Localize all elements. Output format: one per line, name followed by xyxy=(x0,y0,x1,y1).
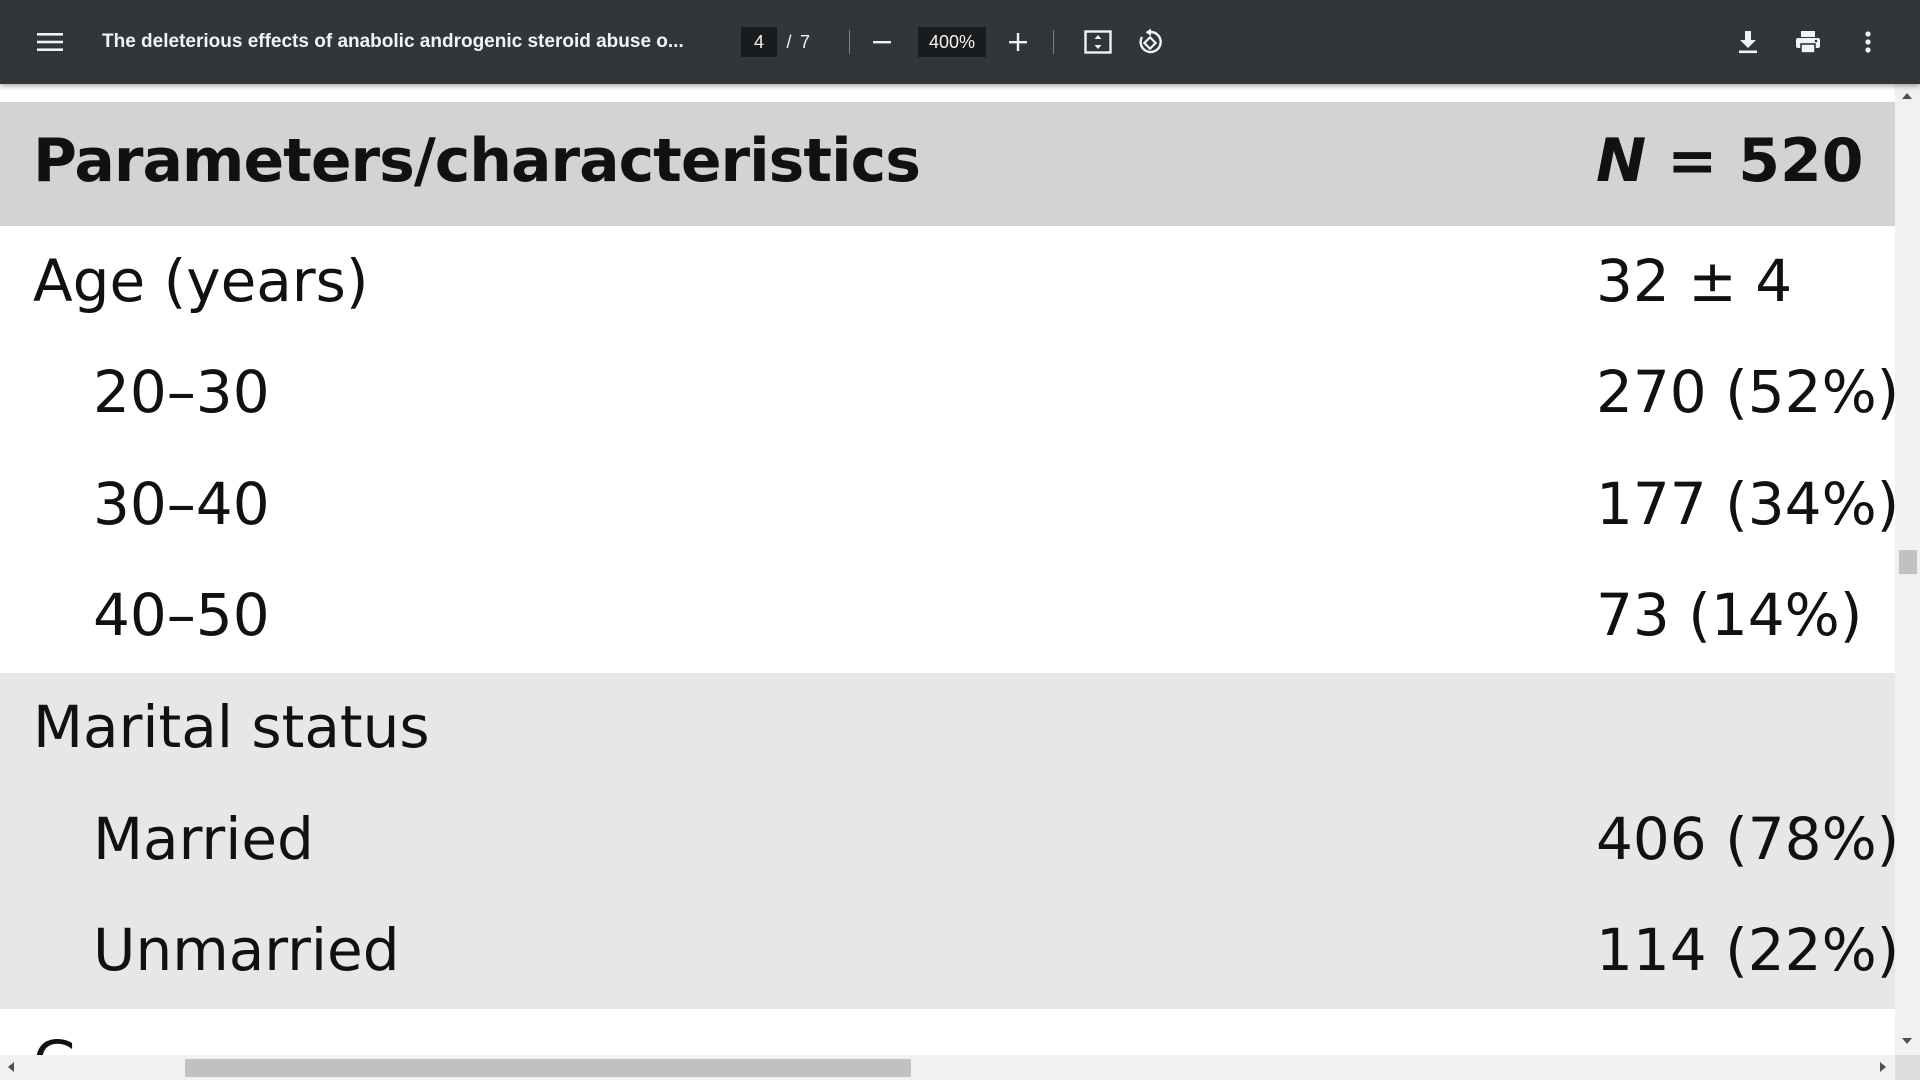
pdf-toolbar: The deleterious effects of anabolic andr… xyxy=(0,0,1920,84)
toolbar-divider xyxy=(1053,30,1054,54)
fit-to-page-button[interactable] xyxy=(1076,20,1120,64)
zoom-level-input[interactable]: 400% xyxy=(918,27,986,57)
page-total: 7 xyxy=(800,32,811,52)
document-title: The deleterious effects of anabolic andr… xyxy=(102,31,684,52)
print-icon xyxy=(1795,30,1821,54)
row-value: 32 ± 4 xyxy=(1596,247,1793,315)
row-label: 20–30 xyxy=(93,358,270,426)
table-header-label: Parameters/characteristics xyxy=(33,126,921,196)
horizontal-scrollbar-thumb[interactable] xyxy=(185,1059,911,1077)
scroll-up-arrow-icon[interactable] xyxy=(1902,93,1912,99)
scroll-right-arrow-icon[interactable] xyxy=(1880,1062,1886,1072)
row-label: G xyxy=(33,1028,78,1055)
n-value: = 520 xyxy=(1646,126,1864,196)
print-button[interactable] xyxy=(1786,20,1830,64)
row-label: Age (years) xyxy=(33,247,369,315)
minus-icon xyxy=(872,32,892,52)
menu-button[interactable] xyxy=(26,18,74,66)
row-label: Marital status xyxy=(33,693,430,761)
more-vert-icon xyxy=(1864,30,1872,54)
more-actions-button[interactable] xyxy=(1846,20,1890,64)
row-value: 177 (34%) xyxy=(1596,470,1895,538)
zoom-out-button[interactable] xyxy=(860,20,904,64)
row-label: 40–50 xyxy=(93,581,270,649)
scroll-left-arrow-icon[interactable] xyxy=(8,1062,14,1072)
vertical-scrollbar-thumb[interactable] xyxy=(1899,550,1917,574)
row-value: 114 (22%) xyxy=(1596,916,1895,984)
rotate-icon xyxy=(1137,28,1165,56)
pdf-page-viewport[interactable]: Parameters/characteristics N = 520 Age (… xyxy=(0,84,1895,1055)
zoom-in-button[interactable] xyxy=(996,20,1040,64)
horizontal-scrollbar[interactable] xyxy=(0,1055,1895,1080)
row-label: Unmarried xyxy=(93,916,400,984)
page-separator: / xyxy=(786,32,792,52)
table-header-value: N = 520 xyxy=(1596,126,1864,196)
toolbar-divider xyxy=(849,30,850,54)
table-header-row: Parameters/characteristics N = 520 xyxy=(0,102,1895,226)
plus-icon xyxy=(1008,32,1028,52)
n-symbol: N xyxy=(1596,126,1647,196)
rotate-button[interactable] xyxy=(1129,20,1173,64)
download-icon xyxy=(1737,30,1759,54)
download-button[interactable] xyxy=(1726,20,1770,64)
row-value: 406 (78%) xyxy=(1596,805,1895,873)
row-label: 30–40 xyxy=(93,470,270,538)
row-label: Married xyxy=(93,805,314,873)
fit-to-page-icon xyxy=(1084,30,1112,54)
row-value: 73 (14%) xyxy=(1596,581,1863,649)
row-value: 270 (52%) xyxy=(1596,358,1895,426)
scrollbar-corner xyxy=(1895,1055,1920,1080)
scroll-down-arrow-icon[interactable] xyxy=(1902,1038,1912,1044)
menu-icon xyxy=(37,32,63,52)
vertical-scrollbar[interactable] xyxy=(1895,84,1920,1055)
page-number-input[interactable]: 4 xyxy=(741,27,777,57)
